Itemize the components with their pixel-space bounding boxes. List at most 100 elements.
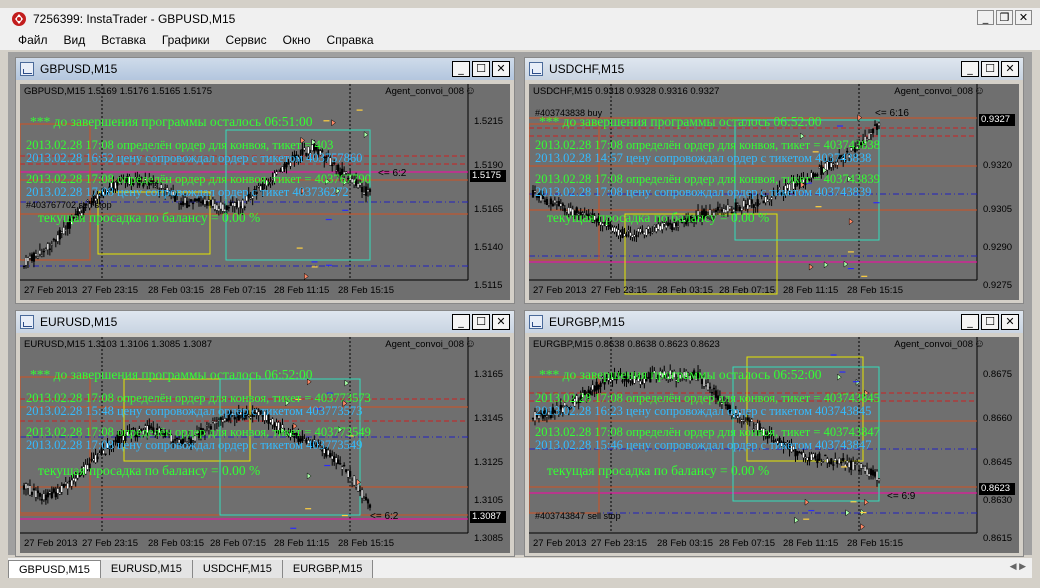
- menu-charts[interactable]: Графики: [154, 33, 218, 47]
- menu-insert[interactable]: Вставка: [93, 33, 154, 47]
- close-button[interactable]: ✕: [1015, 10, 1032, 25]
- candle-body: [877, 122, 881, 126]
- chart-minimize-button[interactable]: _: [452, 61, 470, 77]
- chart-title-bar[interactable]: EURUSD,M15 _ ☐ ✕: [16, 311, 514, 333]
- menu-window[interactable]: Окно: [275, 33, 319, 47]
- time-axis-label: 28 Feb 03:15: [657, 538, 713, 549]
- order-ticket-label: #403743838 buy: [535, 108, 603, 118]
- price-axis-label: 0.9305: [983, 204, 1013, 215]
- chart-window-usdchf[interactable]: USDCHF,M15 _ ☐ ✕ USDCHF,M15 0.9318 0.932…: [524, 57, 1024, 304]
- candle-body: [651, 231, 654, 233]
- candle-body: [333, 456, 336, 462]
- candle-body: [856, 461, 859, 463]
- tab-scroll-arrows-icon[interactable]: ◀ ▶: [1010, 561, 1026, 572]
- candle-body: [347, 470, 350, 478]
- tab-eurgbp[interactable]: EURGBP,M15: [282, 560, 374, 578]
- candle-body: [96, 456, 99, 460]
- yellow-range-box: [624, 213, 778, 295]
- time-axis-label: 28 Feb 11:15: [783, 538, 839, 549]
- chart-window-gbpusd[interactable]: GBPUSD,M15 _ ☐ ✕ GBPUSD,M15 1.5169 1.517…: [15, 57, 515, 304]
- tab-gbpusd[interactable]: GBPUSD,M15: [8, 560, 101, 578]
- menu-file[interactable]: Файл: [10, 33, 56, 47]
- time-axis-label: 27 Feb 2013: [24, 285, 78, 296]
- menu-bar: Файл Вид Вставка Графики Сервис Окно Спр…: [0, 30, 1040, 50]
- candle-body: [213, 421, 216, 424]
- candle-body: [828, 462, 831, 464]
- chart-close-button[interactable]: ✕: [492, 61, 510, 77]
- chart-window-eurgbp[interactable]: EURGBP,M15 _ ☐ ✕ EURGBP,M15 0.8638 0.863…: [524, 310, 1024, 557]
- restore-button[interactable]: ❐: [996, 10, 1013, 25]
- candle-body: [24, 483, 28, 490]
- price-chart-eurusd[interactable]: EURUSD,M15 1.3103 1.3106 1.3085 1.3087 A…: [20, 337, 510, 553]
- candle-body: [742, 420, 745, 422]
- log-line-4: 2013.02.28 15:46 цену сопровождал ордер …: [535, 438, 872, 452]
- chart-close-button[interactable]: ✕: [1001, 314, 1019, 330]
- candle-body: [227, 207, 230, 209]
- price-axis-label: 1.3145: [474, 413, 504, 424]
- trade-marker-icon: [344, 379, 350, 387]
- candle-body: [187, 204, 191, 207]
- window-title: 7256399: InstaTrader - GBPUSD,M15: [33, 12, 236, 26]
- candle-body: [60, 231, 63, 234]
- chart-title-bar[interactable]: USDCHF,M15 _ ☐ ✕: [525, 58, 1023, 80]
- price-chart-eurgbp[interactable]: EURGBP,M15 0.8638 0.8638 0.8623 0.8623 A…: [529, 337, 1019, 553]
- price-axis-label: 1.5115: [474, 280, 503, 291]
- smiley-icon: ☺: [973, 338, 985, 350]
- chart-minimize-button[interactable]: _: [961, 314, 979, 330]
- candle-body: [221, 419, 224, 423]
- time-axis-label: 27 Feb 2013: [533, 285, 587, 296]
- menu-help[interactable]: Справка: [319, 33, 382, 47]
- candle-body: [875, 123, 879, 130]
- candle-body: [748, 420, 751, 422]
- chart-window-eurusd[interactable]: EURUSD,M15 _ ☐ ✕ EURUSD,M15 1.3103 1.310…: [15, 310, 515, 557]
- candle-body: [28, 256, 32, 259]
- chart-maximize-button[interactable]: ☐: [981, 61, 999, 77]
- chart-minimize-button[interactable]: _: [452, 314, 470, 330]
- candle-body: [830, 458, 833, 465]
- chart-title-bar[interactable]: EURGBP,M15 _ ☐ ✕: [525, 311, 1023, 333]
- chart-maximize-button[interactable]: ☐: [981, 314, 999, 330]
- candle-body: [804, 456, 807, 458]
- menu-view[interactable]: Вид: [56, 33, 94, 47]
- candle-body: [645, 228, 648, 236]
- chart-close-button[interactable]: ✕: [492, 314, 510, 330]
- price-chart-usdchf[interactable]: USDCHF,M15 0.9318 0.9328 0.9316 0.9327 A…: [529, 84, 1019, 300]
- candle-body: [50, 491, 53, 498]
- chart-icon: [20, 315, 34, 329]
- candle-body: [22, 485, 26, 490]
- candle-body: [354, 486, 358, 488]
- candle-body: [728, 206, 731, 210]
- candle-body: [358, 489, 362, 492]
- candle-body: [865, 468, 869, 476]
- drawdown-text: текущая просадка по балансу = 0.00 %: [38, 210, 261, 225]
- chart-title-bar[interactable]: GBPUSD,M15 _ ☐ ✕: [16, 58, 514, 80]
- menu-tools[interactable]: Сервис: [218, 33, 275, 47]
- log-line-2: 2013.02.28 16:52 цену сопровождал ордер …: [26, 151, 363, 165]
- candle-body: [345, 469, 348, 472]
- chart-maximize-button[interactable]: ☐: [472, 61, 490, 77]
- minimize-button[interactable]: _: [977, 10, 994, 25]
- terminal-app: 7256399: InstaTrader - GBPUSD,M15 _ ❐ ✕ …: [0, 0, 1040, 588]
- candle-body: [360, 489, 364, 499]
- chart-ohlc-header: USDCHF,M15 0.9318 0.9328 0.9316 0.9327: [533, 86, 720, 97]
- instatrader-logo-icon: [11, 11, 27, 27]
- candle-body: [806, 457, 809, 461]
- tab-usdchf[interactable]: USDCHF,M15: [192, 560, 283, 578]
- candle-body: [861, 467, 865, 469]
- candle-body: [211, 420, 215, 423]
- chart-minimize-button[interactable]: _: [961, 61, 979, 77]
- chart-close-button[interactable]: ✕: [1001, 61, 1019, 77]
- candle-body: [531, 190, 535, 198]
- candle-body: [199, 201, 203, 203]
- candle-body: [42, 250, 45, 253]
- chart-maximize-button[interactable]: ☐: [472, 314, 490, 330]
- tab-eurusd[interactable]: EURUSD,M15: [100, 560, 193, 578]
- candle-body: [832, 464, 835, 466]
- candle-body: [90, 459, 93, 461]
- time-axis-label: 28 Feb 07:15: [719, 538, 775, 549]
- candle-body: [810, 453, 813, 461]
- price-chart-gbpusd[interactable]: GBPUSD,M15 1.5169 1.5176 1.5165 1.5175 A…: [20, 84, 510, 300]
- chart-title: GBPUSD,M15: [40, 62, 118, 76]
- candle-body: [643, 232, 646, 235]
- candle-body: [746, 204, 749, 210]
